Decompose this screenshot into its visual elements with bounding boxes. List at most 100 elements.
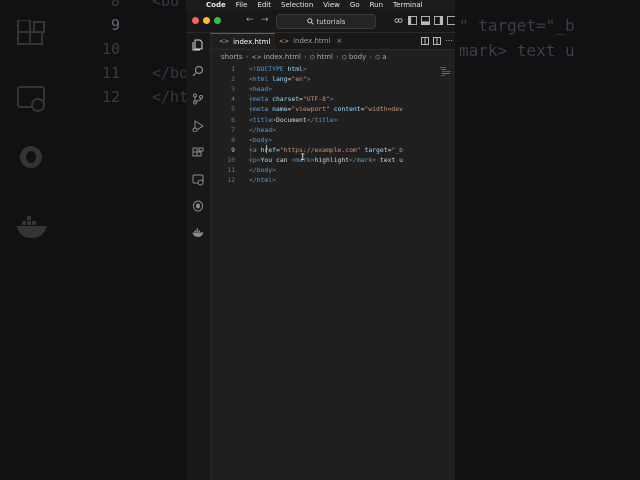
forward-arrow-icon[interactable]: →: [261, 15, 269, 25]
line-number: 11: [227, 166, 235, 174]
menu-file[interactable]: File: [236, 1, 248, 9]
tab-label: index.html: [233, 37, 271, 46]
code-token: >: [272, 176, 276, 185]
code-token: meta: [252, 95, 269, 104]
vscode-window: Code File Edit Selection View Go Run Ter…: [186, 0, 455, 480]
background-gutter: 8 9 10 11 12 <bo </bo </ht: [0, 0, 186, 480]
code-token: text u: [376, 155, 403, 164]
tab-index-html[interactable]: <> index.html ×: [275, 33, 342, 49]
copilot-icon[interactable]: [394, 16, 403, 25]
background-right-blurred: " target="_b mark> text u: [455, 0, 640, 480]
code-token: "width=dev: [364, 105, 403, 114]
line-number: 2: [231, 75, 235, 84]
bg-line-number: 8: [110, 0, 120, 10]
code-line: <!DOCTYPE html>: [249, 65, 307, 73]
open-changes-icon[interactable]: [421, 37, 429, 45]
line-number: 10: [227, 155, 235, 164]
code-token: head: [256, 125, 273, 134]
toggle-primary-sidebar-icon[interactable]: [408, 16, 417, 25]
code-line: </head>: [249, 126, 276, 134]
code-token: mark: [356, 155, 373, 164]
more-actions-icon[interactable]: …: [445, 34, 453, 43]
code-line: </html>: [249, 176, 276, 184]
html-file-icon: <>: [251, 53, 262, 61]
close-window-button[interactable]: [192, 17, 199, 24]
code-token: charset: [272, 95, 300, 104]
explorer-icon[interactable]: [192, 39, 204, 51]
code-token: "viewport": [291, 105, 330, 114]
tab-label: index.html: [293, 37, 331, 45]
menu-terminal[interactable]: Terminal: [393, 1, 423, 9]
code-token: >: [272, 166, 276, 174]
close-tab-icon[interactable]: ×: [336, 37, 342, 45]
code-token: >: [329, 95, 334, 104]
code-token: title: [252, 115, 273, 124]
bg-code-line: </bo: [152, 64, 186, 82]
code-token: content: [333, 105, 361, 114]
minimap[interactable]: [440, 66, 452, 78]
code-line: <meta name="viewport" content="width=dev: [249, 105, 403, 113]
toggle-secondary-sidebar-icon[interactable]: [434, 16, 443, 25]
code-token: name: [272, 105, 288, 114]
menu-run[interactable]: Run: [370, 1, 383, 9]
command-center-search[interactable]: tutorials: [276, 14, 376, 29]
code-token: >: [333, 115, 338, 124]
line-number: 9: [231, 145, 235, 154]
code-token: body: [252, 135, 269, 144]
code-line: <head>: [249, 85, 272, 93]
code-token: highlight: [314, 155, 350, 164]
titlebar: ← → tutorials: [186, 10, 455, 33]
remote-explorer-icon[interactable]: [192, 174, 204, 186]
menu-view[interactable]: View: [323, 1, 340, 9]
search-icon[interactable]: [192, 65, 204, 77]
breadcrumb-item-html[interactable]: html: [317, 53, 333, 61]
toggle-panel-icon[interactable]: [421, 16, 430, 25]
run-debug-icon[interactable]: [192, 120, 204, 132]
menu-code[interactable]: Code: [206, 1, 226, 9]
code-token: >: [272, 125, 276, 134]
code-token: body: [256, 166, 273, 174]
code-editor[interactable]: I 1 2 3 4 5 6 7 8 9 10 11 12 <!DOCTYPE html> <html la…: [211, 65, 455, 480]
menu-go[interactable]: Go: [350, 1, 360, 9]
line-number: 4: [231, 95, 235, 104]
code-token: </: [349, 155, 357, 164]
element-icon: ⌬: [341, 53, 347, 61]
split-editor-icon[interactable]: [433, 37, 441, 45]
menu-edit[interactable]: Edit: [257, 1, 271, 9]
html-file-icon: <>: [219, 38, 230, 45]
bg-line-number: 9: [110, 16, 120, 34]
bg-code-line: mark> text u: [459, 41, 575, 60]
docker-icon[interactable]: [192, 227, 204, 239]
customize-layout-icon[interactable]: [447, 16, 455, 25]
tab-index-html-active[interactable]: <> index.html: [211, 33, 275, 49]
code-line: <a href="https://example.com" target="_b: [249, 146, 403, 154]
code-token: href: [260, 145, 276, 154]
database-icon[interactable]: [192, 200, 204, 212]
line-number: 7: [231, 125, 235, 134]
maximize-window-button[interactable]: [214, 17, 221, 24]
line-number: 3: [231, 85, 235, 94]
back-arrow-icon[interactable]: ←: [246, 15, 254, 25]
breadcrumb-item-a[interactable]: a: [382, 53, 386, 61]
minimize-window-button[interactable]: [203, 17, 210, 24]
code-line: <p>You can <mark>highlight</mark> text u: [249, 156, 403, 164]
code-token: DOCTYPE: [256, 65, 284, 73]
breadcrumb-item-body[interactable]: body: [349, 53, 366, 61]
chevron-right-icon: ›: [245, 53, 249, 61]
extensions-icon[interactable]: [192, 147, 204, 159]
breadcrumb-item-file[interactable]: index.html: [264, 53, 301, 61]
breadcrumb-item-folder[interactable]: shorts: [221, 53, 243, 61]
bg-code-line: </ht: [152, 88, 186, 106]
code-token: head: [252, 85, 269, 94]
source-control-icon[interactable]: [192, 93, 204, 105]
code-line: <title>Document</title>: [249, 116, 338, 124]
bg-code-line: " target="_b: [459, 16, 575, 35]
line-number: 5: [231, 105, 235, 114]
code-token: </: [249, 125, 257, 134]
code-token: Document: [275, 115, 307, 124]
code-token: lang: [272, 75, 288, 84]
editor-area: <> index.html <> index.html × … shorts ›…: [211, 33, 455, 480]
code-token: </: [249, 166, 257, 174]
menu-selection[interactable]: Selection: [281, 1, 313, 9]
code-token: >: [268, 85, 273, 94]
